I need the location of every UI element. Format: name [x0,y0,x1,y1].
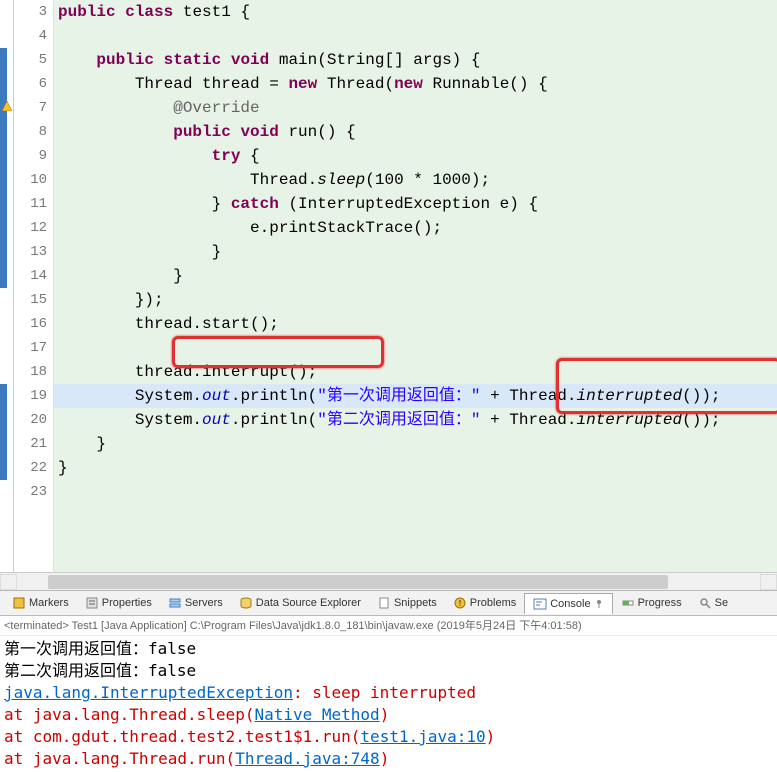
line-number[interactable]: 20 [14,408,47,432]
database-icon [239,596,253,610]
code-line[interactable]: } [58,264,777,288]
line-number[interactable]: 5 [14,48,47,72]
tab-label: Markers [29,597,69,609]
console-header: <terminated> Test1 [Java Application] C:… [0,616,777,636]
tab-label: Progress [638,597,682,609]
line-number[interactable]: 22 [14,456,47,480]
code-line[interactable]: } [58,240,777,264]
line-number[interactable]: 14 [14,264,47,288]
code-line[interactable]: } [58,432,777,456]
console-line[interactable]: 第二次调用返回值：false [4,660,773,682]
annotation-box-2 [556,358,777,414]
line-number[interactable]: 7 [14,96,47,120]
tab-label: Data Source Explorer [256,597,361,609]
tab-label: Snippets [394,597,437,609]
code-area[interactable]: public class test1 { public static void … [54,0,777,572]
search-icon [698,596,712,610]
horizontal-scrollbar[interactable] [0,572,777,590]
annotation-box-1 [172,336,384,368]
code-line[interactable]: try { [58,144,777,168]
line-number[interactable]: 18 [14,360,47,384]
code-line[interactable]: e.printStackTrace(); [58,216,777,240]
code-line[interactable]: Thread thread = new Thread(new Runnable(… [58,72,777,96]
tab-markers[interactable]: Markers [4,593,77,613]
line-number[interactable]: 21 [14,432,47,456]
snippets-icon [377,596,391,610]
line-number[interactable]: 19 [14,384,47,408]
code-line[interactable] [58,480,777,504]
ruler-column [0,0,14,572]
servers-icon [168,596,182,610]
console-line[interactable]: at java.lang.Thread.run(Thread.java:748) [4,748,773,770]
code-line[interactable]: public class test1 { [58,0,777,24]
progress-icon [621,596,635,610]
line-number[interactable]: 16 [14,312,47,336]
line-number[interactable]: 8 [14,120,47,144]
tab-label: Servers [185,597,223,609]
code-line[interactable]: @Override [58,96,777,120]
tab-problems[interactable]: ! Problems [445,593,524,613]
code-line[interactable]: public void run() { [58,120,777,144]
pin-icon[interactable] [594,599,604,609]
line-number[interactable]: 6 [14,72,47,96]
line-number[interactable]: 17 [14,336,47,360]
tab-label: Properties [102,597,152,609]
stacktrace-link[interactable]: Thread.java:748 [235,749,380,768]
console-line[interactable]: at com.gdut.thread.test2.test1$1.run(tes… [4,726,773,748]
code-line[interactable]: public static void main(String[] args) { [58,48,777,72]
scroll-left-arrow[interactable] [0,574,17,590]
tab-label: Problems [470,597,516,609]
code-line[interactable] [58,24,777,48]
line-number[interactable]: 10 [14,168,47,192]
scroll-right-arrow[interactable] [760,574,777,590]
stacktrace-link[interactable]: java.lang.InterruptedException [4,683,293,702]
line-number[interactable]: 3 [14,0,47,24]
line-number[interactable]: 23 [14,480,47,504]
console-output[interactable]: 第一次调用返回值：false第二次调用返回值：falsejava.lang.In… [0,636,777,772]
tab-properties[interactable]: Properties [77,593,160,613]
tab-se[interactable]: Se [690,593,736,613]
tab-snippets[interactable]: Snippets [369,593,445,613]
views-tab-bar[interactable]: Markers Properties Servers Data Source Expl… [0,590,777,616]
stacktrace-link[interactable]: Native Method [254,705,379,724]
console-line[interactable]: java.lang.InterruptedException: sleep in… [4,682,773,704]
code-line[interactable]: thread.start(); [58,312,777,336]
line-number[interactable]: 11 [14,192,47,216]
code-line[interactable]: }); [58,288,777,312]
stacktrace-link[interactable]: test1.java:10 [360,727,485,746]
line-number[interactable]: 4 [14,24,47,48]
tab-servers[interactable]: Servers [160,593,231,613]
scroll-thumb[interactable] [48,575,668,589]
markers-icon [12,596,26,610]
line-number-gutter[interactable]: -34-5-67-891011121314151617181920212223 [14,0,54,572]
tab-console[interactable]: Console [524,593,612,614]
console-icon [533,597,547,611]
tab-label: Console [550,598,590,610]
code-line[interactable]: } [58,456,777,480]
code-line[interactable]: Thread.sleep(100 * 1000); [58,168,777,192]
tab-progress[interactable]: Progress [613,593,690,613]
line-number[interactable]: 12 [14,216,47,240]
tab-label: Se [715,597,728,609]
console-line[interactable]: at java.lang.Thread.sleep(Native Method) [4,704,773,726]
console-line[interactable]: 第一次调用返回值：false [4,638,773,660]
line-number[interactable]: 9 [14,144,47,168]
tab-data-source-explorer[interactable]: Data Source Explorer [231,593,369,613]
problems-icon: ! [453,596,467,610]
code-editor[interactable]: -34-5-67-891011121314151617181920212223 … [0,0,777,572]
line-number[interactable]: 13 [14,240,47,264]
line-number[interactable]: 15 [14,288,47,312]
svg-text:!: ! [459,599,461,608]
code-line[interactable]: } catch (InterruptedException e) { [58,192,777,216]
warning-icon [2,101,12,111]
properties-icon [85,596,99,610]
code-line[interactable] [58,336,777,360]
